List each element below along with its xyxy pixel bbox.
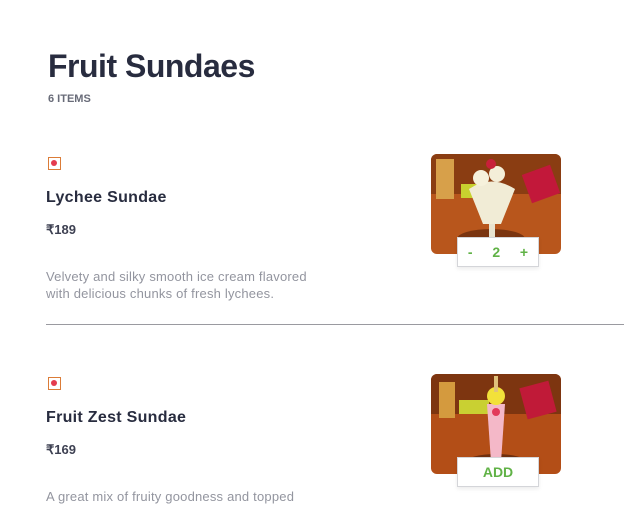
item-price: ₹169 (46, 442, 76, 457)
quantity-stepper[interactable]: - 2 + (457, 237, 539, 267)
item-price: ₹189 (46, 222, 76, 237)
description-line: with delicious chunks of fresh lychees. (46, 286, 275, 301)
description-line: A great mix of fruity goodness and toppe… (46, 489, 295, 504)
item-name: Fruit Zest Sundae (46, 409, 187, 426)
decrement-button[interactable]: - (468, 244, 473, 260)
veg-indicator-icon (48, 377, 61, 390)
item-count: 6 ITEMS (48, 93, 91, 105)
item-name: Lychee Sundae (46, 189, 167, 206)
veg-indicator-icon (48, 157, 61, 170)
description-line: Velvety and silky smooth ice cream flavo… (46, 269, 307, 284)
item-description: A great mix of fruity goodness and toppe… (46, 488, 346, 505)
add-button[interactable]: ADD (457, 457, 539, 487)
increment-button[interactable]: + (520, 244, 528, 260)
quantity-value: 2 (492, 244, 501, 260)
section-title: Fruit Sundaes (48, 48, 255, 84)
item-divider (46, 324, 624, 325)
item-description: Velvety and silky smooth ice cream flavo… (46, 268, 346, 302)
